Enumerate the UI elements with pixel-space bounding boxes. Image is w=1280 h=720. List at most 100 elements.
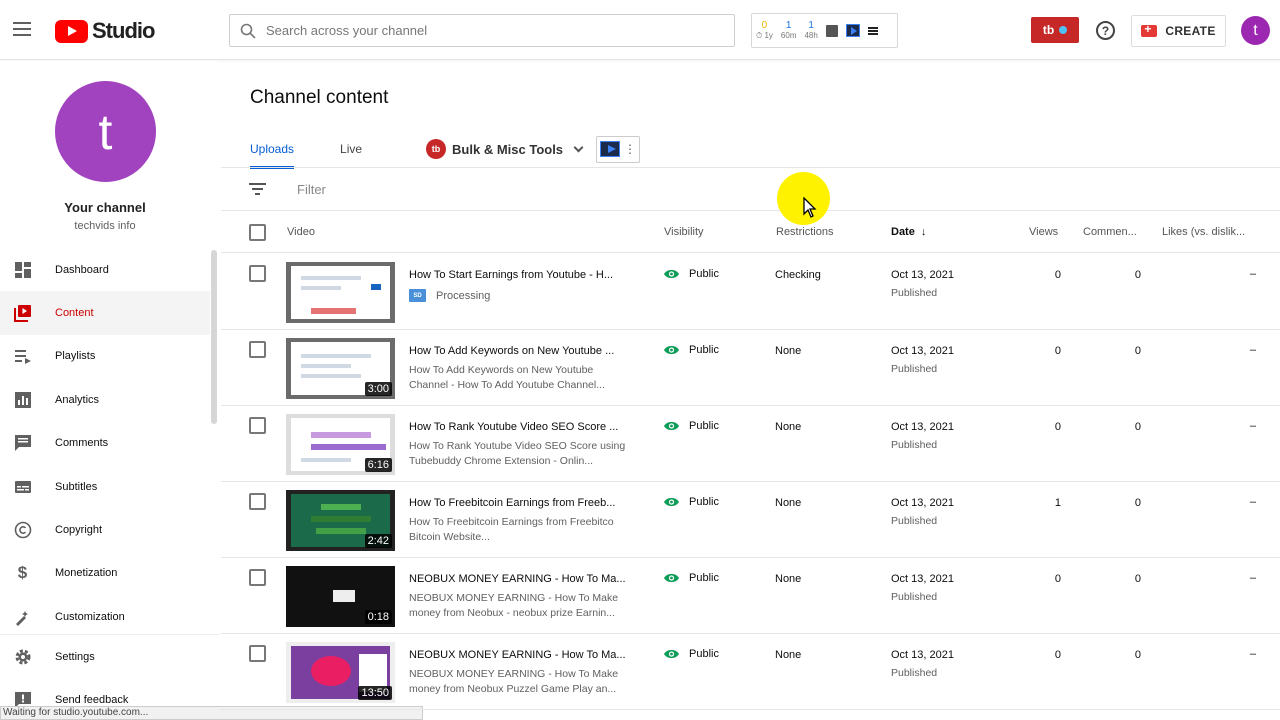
video-description: How To Freebitcoin Earnings from Freebit… <box>409 516 614 543</box>
visibility-cell[interactable]: Public <box>663 648 719 660</box>
row-checkbox[interactable] <box>249 493 266 510</box>
col-comments[interactable]: Commen... <box>1083 226 1137 238</box>
extension-play-icon[interactable] <box>845 24 860 37</box>
views-cell: 0 <box>1054 649 1061 661</box>
col-date[interactable]: Date ↓ <box>891 226 926 238</box>
sidebar-item-subtitles[interactable]: Subtitles <box>0 465 210 508</box>
video-duration: 3:00 <box>364 382 392 396</box>
content-tabs: Uploads Live tb Bulk & Misc Tools ⋮ <box>250 131 641 169</box>
widget-menu-icon[interactable] <box>867 26 878 35</box>
video-title[interactable]: How To Start Earnings from Youtube - H..… <box>409 269 629 281</box>
content-icon <box>13 304 32 323</box>
sidebar-item-analytics[interactable]: Analytics <box>0 378 210 421</box>
tab-live[interactable]: Live <box>340 131 362 167</box>
video-title[interactable]: NEOBUX MONEY EARNING - How To Ma... <box>409 573 629 585</box>
sidebar-item-customization[interactable]: Customization <box>0 595 210 638</box>
visibility-cell[interactable]: Public <box>663 496 719 508</box>
video-thumbnail[interactable]: 0:18 <box>286 566 395 627</box>
sidebar-item-content[interactable]: Content <box>0 291 210 335</box>
bulk-tools-label: Bulk & Misc Tools <box>452 141 564 157</box>
views-cell: 0 <box>1054 345 1061 357</box>
tab-uploads[interactable]: Uploads <box>250 131 295 169</box>
eye-icon <box>664 497 679 507</box>
eye-icon <box>664 649 679 659</box>
bulk-tools-dropdown[interactable]: tb Bulk & Misc Tools <box>426 139 584 159</box>
video-thumbnail[interactable]: 6:16 <box>286 414 395 475</box>
menu-icon[interactable] <box>13 22 31 36</box>
col-restrictions[interactable]: Restrictions <box>776 226 833 238</box>
eye-icon <box>664 269 679 279</box>
create-button[interactable]: CREATE <box>1131 15 1226 47</box>
video-thumbnail[interactable]: 13:50 <box>286 642 395 703</box>
video-description: How To Add Keywords on New Youtube Chann… <box>409 364 605 391</box>
date-status: Published <box>891 515 938 527</box>
video-thumbnail[interactable]: 3:00 <box>286 338 395 399</box>
table-row[interactable]: 3:00 How To Add Keywords on New Youtube … <box>221 330 1280 406</box>
sidebar-item-monetization[interactable]: $ Monetization <box>0 552 210 595</box>
col-video: Video <box>287 226 315 238</box>
comments-cell: 0 <box>1134 649 1141 661</box>
monetization-icon: $ <box>17 563 28 583</box>
sidebar-nav: Dashboard Content Playlists Analytics Co… <box>0 248 210 639</box>
video-thumbnail[interactable] <box>286 262 395 323</box>
sd-badge-icon: SD <box>409 289 426 302</box>
extension-button[interactable]: ⋮ <box>596 135 641 163</box>
sidebar-item-comments[interactable]: Comments <box>0 422 210 465</box>
restrictions-cell: Checking <box>775 269 821 281</box>
search-box[interactable] <box>229 14 735 47</box>
table-row[interactable]: 2:42 How To Freebitcoin Earnings from Fr… <box>221 482 1280 558</box>
sidebar-item-playlists[interactable]: Playlists <box>0 335 210 378</box>
row-checkbox[interactable] <box>249 645 266 662</box>
video-thumbnail[interactable]: 2:42 <box>286 490 395 551</box>
help-icon[interactable]: ? <box>1096 21 1115 40</box>
subtitles-icon <box>13 477 32 496</box>
table-row[interactable]: 6:16 How To Rank Youtube Video SEO Score… <box>221 406 1280 482</box>
video-title[interactable]: How To Freebitcoin Earnings from Freeb..… <box>409 497 629 509</box>
col-views[interactable]: Views <box>1029 226 1058 238</box>
sidebar-item-settings[interactable]: Settings <box>0 635 219 678</box>
views-cell: 1 <box>1054 497 1061 509</box>
filter-icon[interactable] <box>249 183 266 195</box>
table-row[interactable]: 13:50 NEOBUX MONEY EARNING - How To Ma..… <box>221 634 1280 710</box>
comments-cell: 0 <box>1134 421 1141 433</box>
row-checkbox[interactable] <box>249 569 266 586</box>
visibility-cell[interactable]: Public <box>663 572 719 584</box>
col-visibility[interactable]: Visibility <box>664 226 704 238</box>
video-title[interactable]: How To Add Keywords on New Youtube ... <box>409 345 629 357</box>
video-title[interactable]: NEOBUX MONEY EARNING - How To Ma... <box>409 649 629 661</box>
sidebar-item-copyright[interactable]: Copyright <box>0 508 210 551</box>
video-title[interactable]: How To Rank Youtube Video SEO Score ... <box>409 421 629 433</box>
tb-stat-60m: 1 60m <box>780 19 797 40</box>
row-checkbox[interactable] <box>249 417 266 434</box>
chart-icon[interactable] <box>825 24 838 37</box>
table-row[interactable]: How To Start Earnings from Youtube - H..… <box>221 254 1280 330</box>
notification-dot-icon <box>1059 26 1068 34</box>
likes-cell: – <box>1249 344 1256 356</box>
visibility-cell[interactable]: Public <box>663 344 719 356</box>
select-all-checkbox[interactable] <box>249 224 266 241</box>
tubebuddy-stats-widget[interactable]: 0 ⏱ 1y 1 60m 1 48h <box>751 13 898 48</box>
video-description: NEOBUX MONEY EARNING - How To Make money… <box>409 592 619 619</box>
visibility-cell[interactable]: Public <box>663 420 719 432</box>
account-avatar[interactable]: t <box>1241 16 1270 45</box>
studio-logo[interactable]: Studio <box>55 18 155 44</box>
sidebar-scrollbar[interactable] <box>211 250 217 424</box>
date-cell: Oct 13, 2021 <box>891 421 954 433</box>
views-cell: 0 <box>1054 573 1061 585</box>
date-status: Published <box>891 667 938 679</box>
visibility-cell[interactable]: Public <box>663 268 719 280</box>
row-checkbox[interactable] <box>249 265 266 282</box>
channel-avatar[interactable]: t <box>55 81 156 182</box>
filter-bar[interactable]: Filter <box>221 168 1280 211</box>
row-checkbox[interactable] <box>249 341 266 358</box>
tubebuddy-button[interactable]: tb <box>1031 17 1079 43</box>
col-likes[interactable]: Likes (vs. dislik... <box>1162 226 1245 238</box>
customization-icon <box>13 607 32 626</box>
search-input[interactable] <box>266 23 706 38</box>
table-row[interactable]: 0:18 NEOBUX MONEY EARNING - How To Ma...… <box>221 558 1280 634</box>
sidebar-item-dashboard[interactable]: Dashboard <box>0 248 210 291</box>
filter-input[interactable]: Filter <box>297 182 326 197</box>
views-cell: 0 <box>1054 421 1061 433</box>
comments-icon <box>13 434 32 453</box>
restrictions-cell: None <box>775 345 802 357</box>
